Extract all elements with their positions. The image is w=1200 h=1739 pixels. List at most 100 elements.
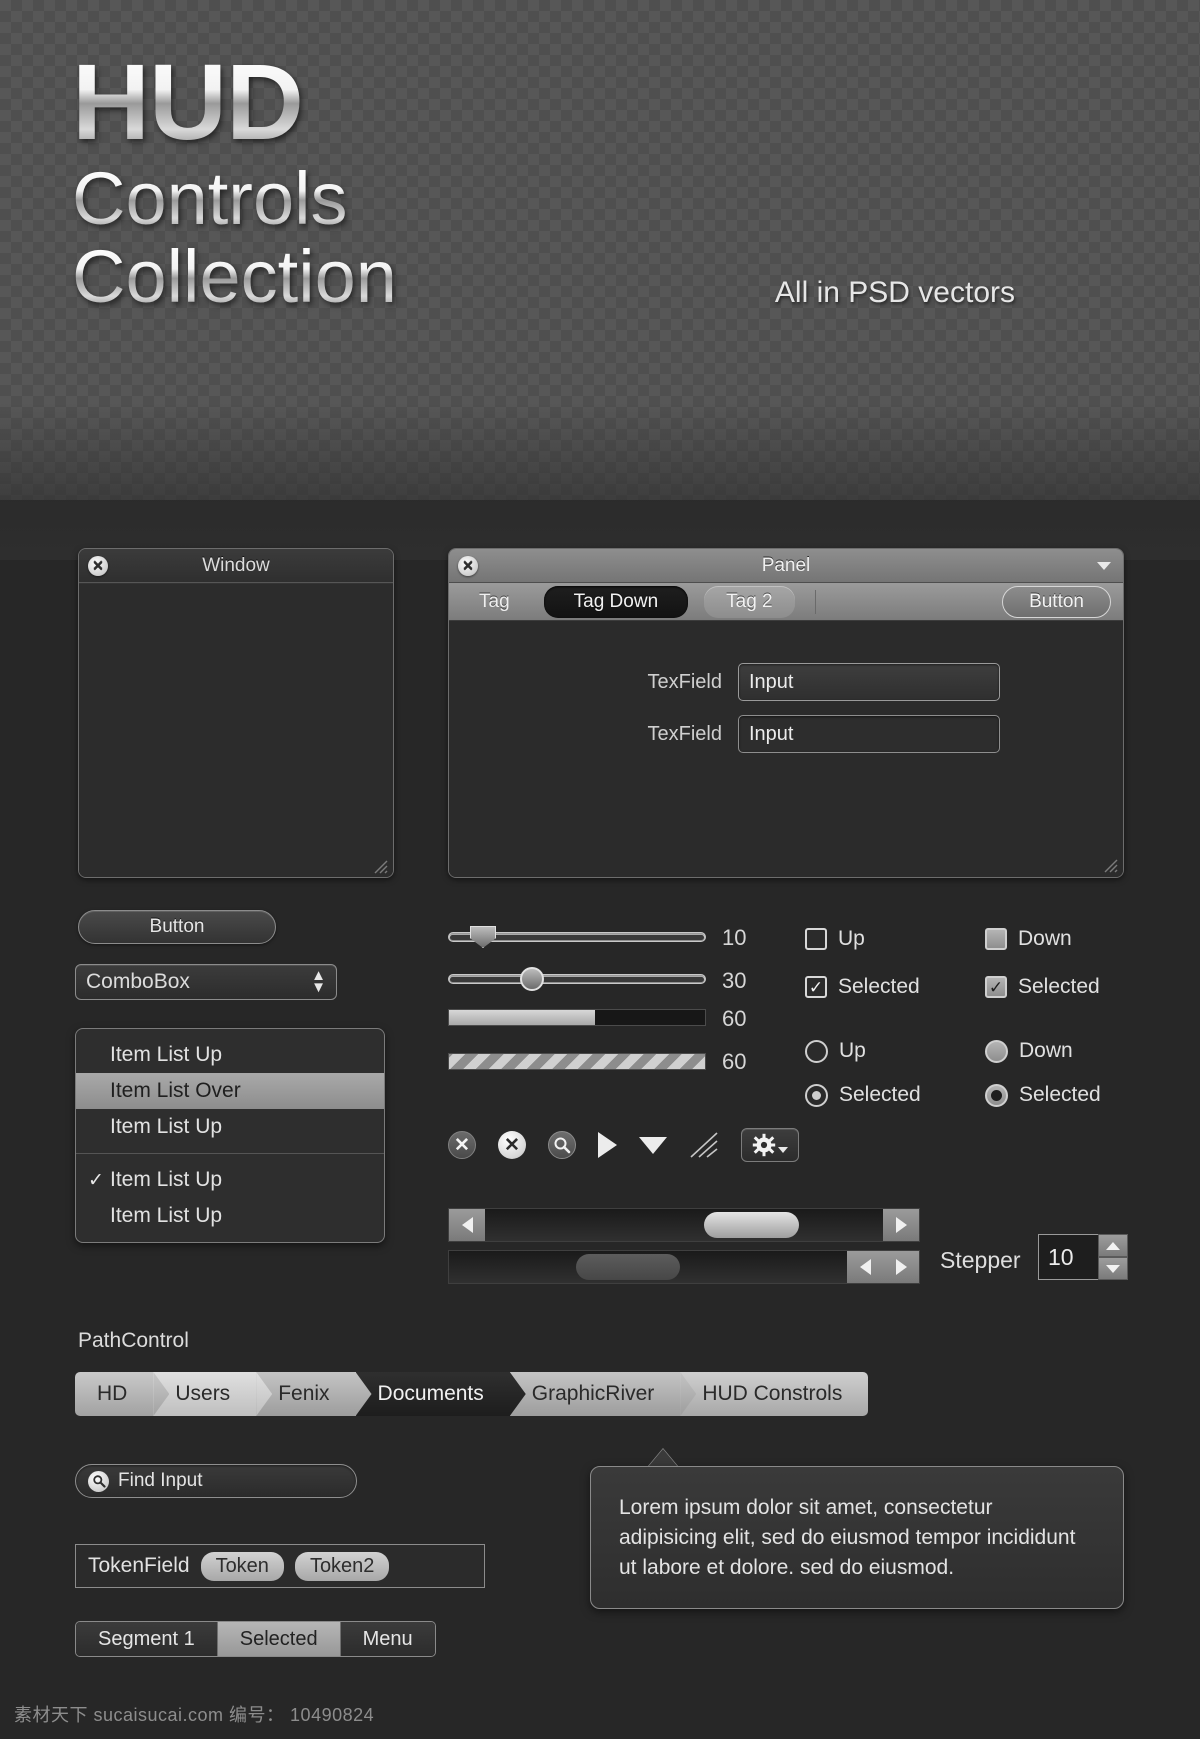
item-list-menu: Item List Up Item List Over Item List Up… (75, 1028, 385, 1243)
panel-content-area: TexField TexField (449, 621, 1123, 877)
stepper-value[interactable]: 10 (1038, 1234, 1098, 1280)
progress-fill (449, 1010, 595, 1025)
breadcrumb-label: Fenix (278, 1382, 330, 1405)
resize-grip-icon[interactable] (689, 1131, 719, 1159)
radio-down-light[interactable]: Down (985, 1039, 1073, 1063)
menu-separator (76, 1153, 384, 1154)
texfield-label-2: TexField (647, 722, 722, 745)
radio-label: Selected (839, 1083, 921, 1106)
checkbox-icon: ✓ (805, 976, 827, 998)
combobox-value: ComboBox (86, 970, 190, 993)
scroll-track[interactable] (449, 1251, 847, 1283)
path-control-label: PathControl (78, 1329, 189, 1352)
hero-banner: HUD Controls Collection All in PSD vecto… (0, 0, 1200, 360)
list-item[interactable]: Item List Up (76, 1037, 384, 1073)
token-1[interactable]: Token (200, 1551, 284, 1581)
radio-label: Selected (1019, 1083, 1101, 1106)
close-circle-light-icon[interactable]: ✕ (498, 1131, 526, 1159)
scroll-thumb[interactable] (576, 1254, 680, 1280)
radio-up-dark[interactable]: Up (805, 1039, 866, 1063)
slider-value-4: 60 (722, 1049, 747, 1074)
window-component: ✕ Window (78, 548, 394, 878)
search-input-value: Find Input (118, 1470, 203, 1491)
chevron-down-icon[interactable] (1097, 561, 1111, 570)
checkbox-icon (985, 928, 1007, 950)
breadcrumb: HD Users Fenix Documents GraphicRiver HU… (75, 1372, 869, 1416)
breadcrumb-item-graphicriver[interactable]: GraphicRiver (509, 1372, 697, 1416)
breadcrumb-label: HD (97, 1382, 128, 1405)
toolbar-separator (814, 589, 816, 614)
progress-bar-striped (448, 1053, 706, 1070)
list-item[interactable]: Item List Up (76, 1109, 384, 1145)
stepper-buttons (1098, 1234, 1128, 1280)
play-triangle-icon[interactable] (598, 1132, 617, 1158)
breadcrumb-item-hd[interactable]: HD (75, 1372, 170, 1416)
stepper[interactable]: 10 (1038, 1234, 1128, 1280)
slider-value-1: 10 (722, 925, 747, 950)
footer-watermark: 素材天下 sucaisucai.com 编号： 10490824 (14, 1705, 375, 1725)
texfield-input-1[interactable] (738, 663, 1000, 701)
segment-menu[interactable]: Menu (340, 1622, 435, 1656)
panel-titlebar: ✕ Panel (449, 549, 1123, 583)
slider-thumb[interactable] (520, 967, 544, 991)
texfield-label-1: TexField (647, 670, 722, 693)
horizontal-scrollbar-split[interactable] (448, 1208, 920, 1242)
form-row: TexField (449, 663, 1123, 701)
checkbox-icon: ✓ (985, 976, 1007, 998)
list-item[interactable]: ✓ Item List Up (76, 1162, 384, 1198)
tab-tag-2[interactable]: Tag 2 (704, 585, 795, 618)
list-item-label: Item List Up (110, 1168, 223, 1191)
search-input[interactable]: Find Input (75, 1464, 357, 1498)
resize-grip-icon[interactable] (1102, 857, 1118, 873)
up-down-chevron-icon: ▲ ▼ (311, 967, 326, 996)
scroll-left-arrow[interactable] (847, 1251, 883, 1283)
window-title: Window (202, 554, 270, 576)
tab-tag[interactable]: Tag (461, 587, 528, 617)
dropdown-triangle-icon[interactable] (639, 1136, 667, 1154)
list-item-label: Item List Up (110, 1043, 223, 1066)
checkbox-down-light[interactable]: Down (985, 927, 1072, 951)
close-icon[interactable]: ✕ (88, 555, 108, 576)
tab-tag-down[interactable]: Tag Down (543, 585, 689, 618)
radio-icon (985, 1083, 1008, 1107)
close-icon[interactable]: ✕ (458, 555, 478, 576)
search-circle-icon[interactable] (548, 1131, 576, 1159)
checkbox-selected-dark[interactable]: ✓ Selected (805, 975, 920, 999)
form-row: TexField (449, 715, 1123, 753)
scroll-left-arrow[interactable] (449, 1209, 485, 1241)
resize-grip-icon[interactable] (372, 858, 388, 874)
radio-label: Down (1019, 1039, 1073, 1062)
breadcrumb-item-hud-constrols[interactable]: HUD Constrols (680, 1372, 869, 1416)
breadcrumb-label: GraphicRiver (531, 1382, 655, 1405)
breadcrumb-item-documents[interactable]: Documents (355, 1372, 526, 1416)
list-item[interactable]: Item List Over (76, 1073, 384, 1109)
token-2[interactable]: Token2 (294, 1551, 390, 1581)
combobox[interactable]: ComboBox ▲ ▼ (75, 964, 337, 1000)
scroll-right-arrow[interactable] (883, 1209, 919, 1241)
gear-menu-button[interactable] (741, 1128, 799, 1162)
checkbox-label: Selected (838, 975, 920, 998)
close-circle-dark-icon[interactable]: ✕ (448, 1131, 476, 1159)
radio-selected-dark[interactable]: Selected (805, 1083, 921, 1107)
token-field[interactable]: TokenField Token Token2 (75, 1544, 485, 1588)
checkbox-selected-light[interactable]: ✓ Selected (985, 975, 1100, 999)
horizontal-scrollbar-paired[interactable] (448, 1250, 920, 1284)
radio-icon (805, 1039, 828, 1063)
checkbox-up-dark[interactable]: Up (805, 927, 865, 951)
search-icon (88, 1470, 109, 1492)
radio-selected-light[interactable]: Selected (985, 1083, 1101, 1107)
texfield-input-2[interactable] (738, 715, 1000, 753)
scroll-thumb[interactable] (703, 1212, 800, 1238)
segment-selected[interactable]: Selected (217, 1622, 341, 1656)
window-titlebar: ✕ Window (79, 549, 393, 583)
check-icon: ✓ (88, 1169, 104, 1191)
toolbar-button[interactable]: Button (1002, 585, 1111, 618)
stepper-up-icon[interactable] (1098, 1234, 1128, 1257)
push-button[interactable]: Button (78, 910, 276, 944)
stepper-down-icon[interactable] (1098, 1257, 1128, 1280)
scroll-right-arrow[interactable] (883, 1251, 919, 1283)
segment-1[interactable]: Segment 1 (76, 1622, 218, 1656)
checkbox-label: Down (1018, 927, 1072, 950)
scroll-track[interactable] (485, 1209, 883, 1241)
list-item[interactable]: Item List Up (76, 1198, 384, 1234)
